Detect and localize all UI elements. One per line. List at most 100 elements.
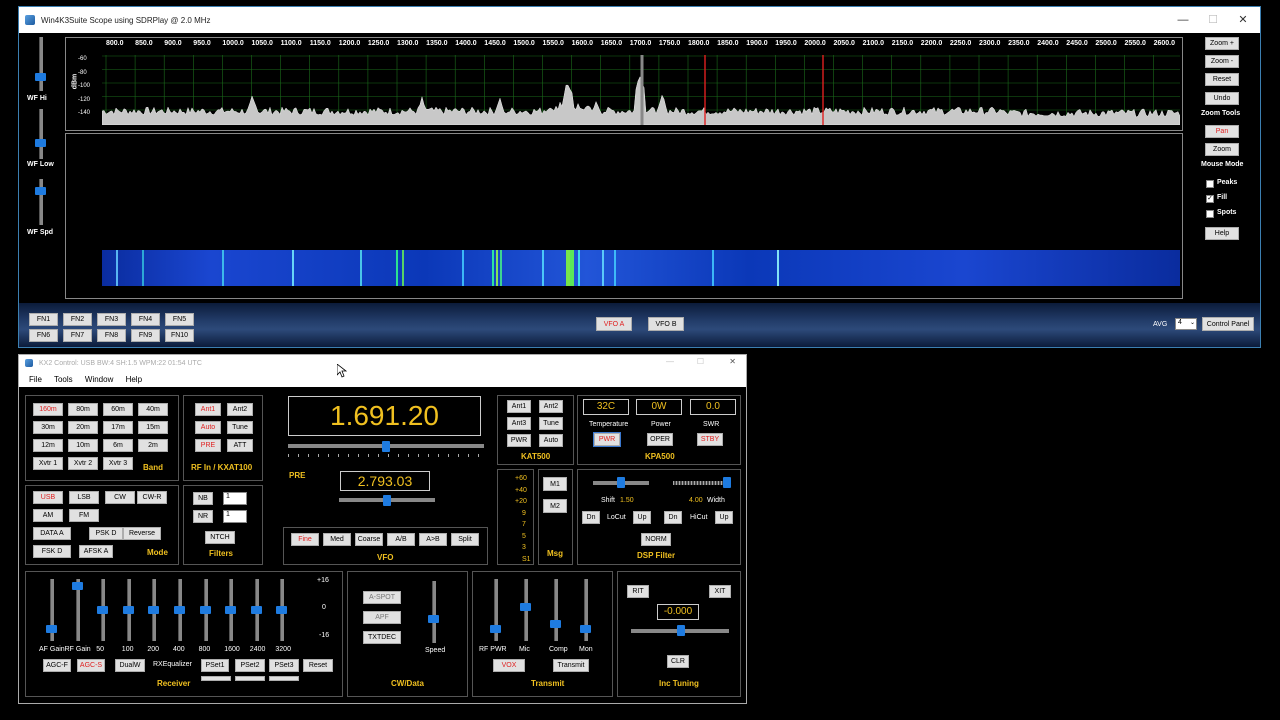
spectrum-panel[interactable]: 800.0 850.0 900.0 950.0 1000.0 1050.0 1100.0 11… <box>65 37 1183 131</box>
hicut-up-button[interactable]: Up <box>715 511 733 524</box>
fn1-button[interactable]: FN1 <box>29 313 58 326</box>
slider-thumb[interactable] <box>35 139 46 147</box>
wf-spd-slider[interactable] <box>33 179 49 225</box>
rf-button-tune[interactable]: Tune <box>227 421 253 434</box>
transmit-button[interactable]: Transmit <box>553 659 589 672</box>
zoom-mode-button[interactable]: Zoom <box>1205 143 1239 156</box>
slider-thumb[interactable] <box>382 441 390 452</box>
rx-slider-2400[interactable] <box>250 579 264 641</box>
pan-button[interactable]: Pan <box>1205 125 1239 138</box>
kat-button-pwr[interactable]: PWR <box>507 434 531 447</box>
vfo-button-coarse[interactable]: Coarse <box>355 533 383 546</box>
slider-thumb[interactable] <box>276 606 288 614</box>
vfo-a-button[interactable]: VFO A <box>596 317 632 331</box>
spots-checkbox[interactable] <box>1206 210 1214 218</box>
slider-thumb[interactable] <box>122 606 134 614</box>
band-button-xvtr1[interactable]: Xvtr 1 <box>33 457 63 470</box>
slider-thumb[interactable] <box>97 606 109 614</box>
fn9-button[interactable]: FN9 <box>131 329 160 342</box>
fn7-button[interactable]: FN7 <box>63 329 92 342</box>
nb-spinner[interactable]: 1 <box>223 492 247 505</box>
fn3-button[interactable]: FN3 <box>97 313 126 326</box>
mode-button-lsb[interactable]: LSB <box>69 491 99 504</box>
slider-thumb[interactable] <box>148 606 160 614</box>
rx-button-agcf[interactable]: AGC-F <box>43 659 71 672</box>
slider-thumb[interactable] <box>520 603 531 612</box>
vfo-button-ab[interactable]: A/B <box>387 533 415 546</box>
waterfall-panel[interactable] <box>65 133 1183 299</box>
band-button-12m[interactable]: 12m <box>33 439 63 452</box>
mode-button-afska[interactable]: AFSK A <box>79 545 113 558</box>
rx-button-dualw[interactable]: DualW <box>115 659 145 672</box>
tx-slider-rf-pwr[interactable] <box>489 579 503 641</box>
a-spot-button[interactable]: A-SPOT <box>363 591 401 604</box>
rf-button-ant2[interactable]: Ant2 <box>227 403 253 416</box>
norm-button[interactable]: NORM <box>641 533 671 546</box>
rx-slider-af-gain[interactable] <box>45 579 59 641</box>
mode-button-am[interactable]: AM <box>33 509 63 522</box>
slider-thumb[interactable] <box>199 606 211 614</box>
minimize-icon[interactable]: — <box>1168 7 1198 33</box>
reset-button[interactable]: Reset <box>1205 73 1239 86</box>
rx-slider-3200[interactable] <box>275 579 289 641</box>
xit-button[interactable]: XIT <box>709 585 731 598</box>
width-slider[interactable] <box>673 477 731 491</box>
band-button-10m[interactable]: 10m <box>68 439 98 452</box>
slider-thumb[interactable] <box>550 619 561 628</box>
band-button-60m[interactable]: 60m <box>103 403 133 416</box>
mode-button-cw[interactable]: CW <box>105 491 135 504</box>
fn5-button[interactable]: FN5 <box>165 313 194 326</box>
mode-button-reverse[interactable]: Reverse <box>123 527 161 540</box>
apf-button[interactable]: APF <box>363 611 401 624</box>
rf-button-att[interactable]: ATT <box>227 439 253 452</box>
band-button-6m[interactable]: 6m <box>103 439 133 452</box>
slider-thumb[interactable] <box>490 624 501 633</box>
control-panel-button[interactable]: Control Panel <box>1202 317 1254 331</box>
slider-thumb[interactable] <box>35 73 46 81</box>
slider-thumb[interactable] <box>174 606 185 614</box>
nb-button[interactable]: NB <box>193 492 213 505</box>
fill-checkbox[interactable]: ✓ <box>1206 195 1214 203</box>
help-button[interactable]: Help <box>1205 227 1239 240</box>
wf-hi-slider[interactable] <box>33 37 49 91</box>
zoom-in-button[interactable]: Zoom + <box>1205 37 1239 50</box>
clr-button[interactable]: CLR <box>667 655 689 668</box>
rx-button-pset1[interactable]: PSet1 <box>201 659 229 672</box>
rx-slider-800[interactable] <box>199 579 213 641</box>
avg-select[interactable]: 4 ⌄ <box>1175 318 1197 330</box>
mode-button-fm[interactable]: FM <box>69 509 99 522</box>
slider-thumb[interactable] <box>46 624 57 633</box>
rf-button-pre[interactable]: PRE <box>195 439 221 452</box>
tx-slider-mic[interactable] <box>519 579 533 641</box>
slider-thumb[interactable] <box>580 624 591 633</box>
fn6-button[interactable]: FN6 <box>29 329 58 342</box>
vfo-button-split[interactable]: Split <box>451 533 479 546</box>
mode-button-fskd[interactable]: FSK D <box>33 545 71 558</box>
kpa-oper-button[interactable]: OPER <box>647 433 673 446</box>
fn2-button[interactable]: FN2 <box>63 313 92 326</box>
slider-thumb[interactable] <box>383 495 391 506</box>
menu-help[interactable]: Help <box>126 375 142 384</box>
rx-slider-rf-gain[interactable] <box>71 579 85 641</box>
maximize-icon[interactable]: ☐ <box>1198 7 1228 33</box>
kat-button-tune[interactable]: Tune <box>539 417 563 430</box>
locut-up-button[interactable]: Up <box>633 511 651 524</box>
menu-tools[interactable]: Tools <box>54 375 73 384</box>
slider-thumb[interactable] <box>35 187 46 195</box>
slider-thumb[interactable] <box>250 606 262 614</box>
locut-dn-button[interactable]: Dn <box>582 511 600 524</box>
band-button-40m[interactable]: 40m <box>138 403 168 416</box>
slider-thumb[interactable] <box>617 477 625 488</box>
band-button-15m[interactable]: 15m <box>138 421 168 434</box>
rx-button-reset[interactable]: Reset <box>303 659 333 672</box>
slider-thumb[interactable] <box>723 477 731 488</box>
kpa-stby-button[interactable]: STBY <box>697 433 723 446</box>
band-button-80m[interactable]: 80m <box>68 403 98 416</box>
rf-button-ant1[interactable]: Ant1 <box>195 403 221 416</box>
vfo-sub-slider[interactable] <box>339 495 435 511</box>
rx-slider-400[interactable] <box>173 579 187 641</box>
kat-button-ant3[interactable]: Ant3 <box>507 417 531 430</box>
inc-slider[interactable] <box>631 625 729 641</box>
mode-button-cwr[interactable]: CW-R <box>137 491 167 504</box>
fn8-button[interactable]: FN8 <box>97 329 126 342</box>
